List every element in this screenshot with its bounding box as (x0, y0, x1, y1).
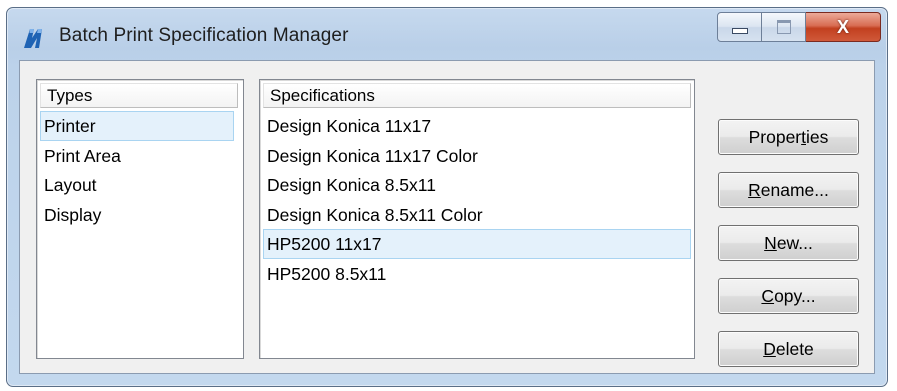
button-mnemonic: N (764, 232, 777, 253)
window-title: Batch Print Specification Manager (59, 25, 349, 46)
delete-button[interactable]: Delete (718, 331, 859, 367)
types-column-header[interactable]: Types (40, 83, 238, 108)
title-bar[interactable]: Batch Print Specification Manager X (7, 8, 887, 60)
specification-list-item[interactable]: HP5200 8.5x11 (263, 259, 691, 289)
maximize-icon (776, 20, 791, 34)
button-mnemonic: R (748, 179, 761, 200)
specification-list-item[interactable]: Design Konica 11x17 Color (263, 141, 691, 171)
types-items: Printer Print Area Layout Display (40, 111, 234, 229)
specifications-list[interactable]: Specifications Design Konica 11x17 Design… (259, 79, 695, 359)
button-label-part: ies (806, 126, 829, 147)
specifications-column-header[interactable]: Specifications (263, 83, 691, 108)
specification-list-item[interactable]: Design Konica 11x17 (263, 111, 691, 141)
copy-button[interactable]: Copy... (718, 278, 859, 314)
types-list-item[interactable]: Print Area (40, 141, 234, 171)
microstation-logo-icon (24, 29, 42, 48)
button-label-part: elete (775, 338, 814, 359)
types-list[interactable]: Types Printer Print Area Layout Display (36, 79, 244, 359)
close-button[interactable]: X (806, 12, 881, 42)
types-list-item[interactable]: Printer (40, 111, 234, 141)
specification-list-item[interactable]: Design Konica 8.5x11 Color (263, 200, 691, 230)
new-button[interactable]: New... (718, 225, 859, 261)
button-mnemonic: D (763, 338, 776, 359)
specifications-items: Design Konica 11x17 Design Konica 11x17 C… (263, 111, 691, 288)
window-controls: X (717, 12, 881, 42)
minimize-icon (731, 28, 748, 34)
maximize-button[interactable] (762, 12, 806, 42)
minimize-button[interactable] (717, 12, 762, 42)
rename-button[interactable]: Rename... (718, 172, 859, 208)
batch-print-window: Batch Print Specification Manager X Type… (6, 7, 888, 387)
button-label-part: Proper (748, 126, 802, 147)
close-icon: X (836, 16, 849, 37)
specification-list-item[interactable]: HP5200 11x17 (263, 229, 691, 259)
dialog-client-area: Types Printer Print Area Layout Display Spe… (19, 60, 875, 374)
button-label-part: ename... (760, 179, 829, 200)
types-list-item[interactable]: Display (40, 200, 234, 230)
button-label-part: ew... (776, 232, 813, 253)
properties-button[interactable]: Proper t ies (718, 119, 859, 155)
specification-list-item[interactable]: Design Konica 8.5x11 (263, 170, 691, 200)
button-mnemonic: C (761, 285, 775, 306)
button-label-part: opy... (774, 285, 816, 306)
types-list-item[interactable]: Layout (40, 170, 234, 200)
